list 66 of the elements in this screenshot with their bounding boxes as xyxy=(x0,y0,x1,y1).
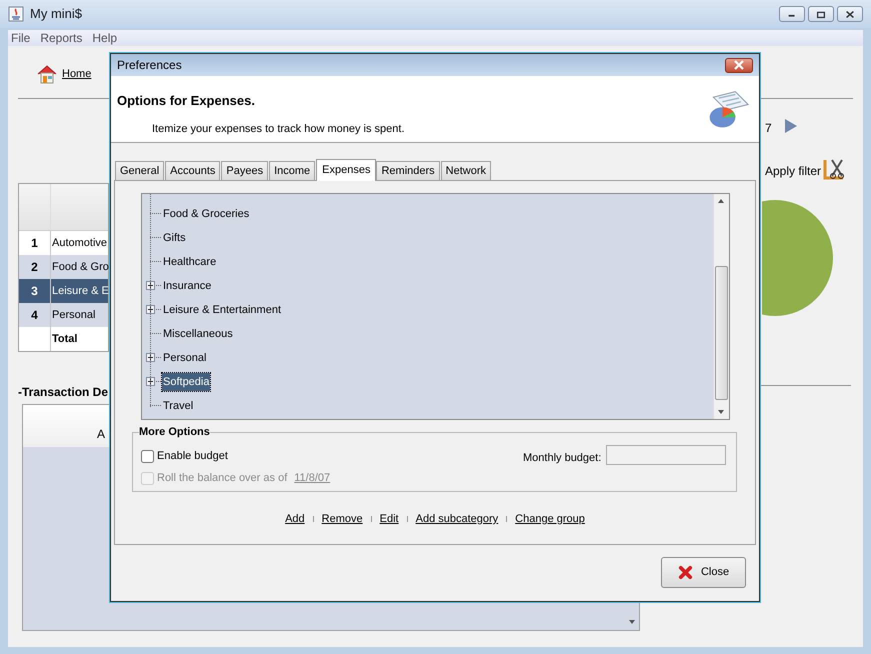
expand-icon[interactable] xyxy=(146,377,155,386)
tree-item[interactable]: Personal xyxy=(162,349,208,367)
expand-icon[interactable] xyxy=(146,305,155,314)
scrollbar[interactable] xyxy=(713,194,729,419)
table-cell-text: Leisure & E xyxy=(51,284,108,299)
ruler-scissors-icon[interactable] xyxy=(823,158,845,180)
tab[interactable]: General xyxy=(115,161,164,180)
date-text: 7 xyxy=(765,120,772,137)
monthly-budget-field[interactable] xyxy=(606,445,726,465)
action-link[interactable]: Add xyxy=(285,511,305,528)
action-link[interactable]: Remove xyxy=(322,511,363,528)
close-button[interactable] xyxy=(837,6,863,22)
menu-item[interactable]: Help xyxy=(92,29,118,47)
tab[interactable]: Income xyxy=(269,161,316,180)
dialog-title: Preferences xyxy=(117,57,182,74)
table-cell-text: Automotive xyxy=(51,236,108,251)
window-title: My mini$ xyxy=(30,5,82,24)
tab[interactable]: Accounts xyxy=(165,161,220,180)
tree-item[interactable]: Healthcare xyxy=(162,253,218,271)
close-button[interactable] xyxy=(725,58,753,72)
java-cup-icon xyxy=(8,6,24,22)
table-row[interactable]: 2 Food & Gro xyxy=(19,255,108,279)
next-arrow-icon[interactable] xyxy=(785,119,797,133)
tree-item[interactable]: Food & Groceries xyxy=(162,205,250,223)
tree-item[interactable]: Miscellaneous xyxy=(162,325,234,343)
checkbox[interactable] xyxy=(141,450,154,463)
menu-item[interactable]: Reports xyxy=(40,29,82,47)
action-link[interactable]: Add subcategory xyxy=(416,511,498,528)
tree-item[interactable]: Leisure & Entertainment xyxy=(162,301,282,319)
table-cell-text: Personal xyxy=(51,308,96,323)
checkbox-label: Enable budget xyxy=(157,449,228,464)
tab[interactable]: Expenses xyxy=(316,159,376,181)
tab[interactable]: Reminders xyxy=(376,161,440,180)
maximize-button[interactable] xyxy=(808,6,834,22)
column-header: A xyxy=(97,426,106,443)
menu-item[interactable]: File xyxy=(11,29,30,47)
dialog-heading: Options for Expenses. xyxy=(117,92,255,110)
field-label: Monthly budget: xyxy=(523,451,602,466)
expand-icon[interactable] xyxy=(146,281,155,290)
tree-item[interactable]: Travel xyxy=(162,397,194,415)
section-title: -Transaction De xyxy=(18,384,108,401)
tree-item[interactable]: Softpedia xyxy=(162,373,210,391)
home-link[interactable]: Home xyxy=(62,66,92,82)
tree-item[interactable]: Gifts xyxy=(162,229,187,247)
expand-icon[interactable] xyxy=(146,353,155,362)
apply-filter-link[interactable]: Apply filter xyxy=(765,162,822,180)
tab[interactable]: Payees xyxy=(221,161,268,180)
close-button[interactable]: Close xyxy=(661,557,746,588)
table-row[interactable]: 3 Leisure & E xyxy=(19,279,108,303)
house-icon[interactable] xyxy=(37,64,57,84)
group-title: More Options xyxy=(139,426,210,438)
table-row[interactable]: 1 Automotive xyxy=(19,231,108,255)
table-cell-text: Food & Gro xyxy=(51,260,108,275)
action-link[interactable]: Edit xyxy=(380,511,399,528)
scroll-down-arrow-icon[interactable] xyxy=(629,620,635,624)
minimize-button[interactable] xyxy=(779,6,805,22)
action-link[interactable]: Change group xyxy=(515,511,585,528)
close-icon xyxy=(678,565,693,580)
checkbox-label: Roll the balance over as of xyxy=(157,471,288,486)
close-icon xyxy=(733,60,745,70)
dialog-subtitle: Itemize your expenses to track how money is spent. xyxy=(152,122,405,137)
tab[interactable]: Network xyxy=(440,161,492,180)
tree-item[interactable]: Insurance xyxy=(162,277,212,295)
table-row[interactable]: 4 Personal xyxy=(19,303,108,327)
table-cell-text: Total xyxy=(51,332,78,347)
table-row[interactable]: Total xyxy=(19,327,108,351)
